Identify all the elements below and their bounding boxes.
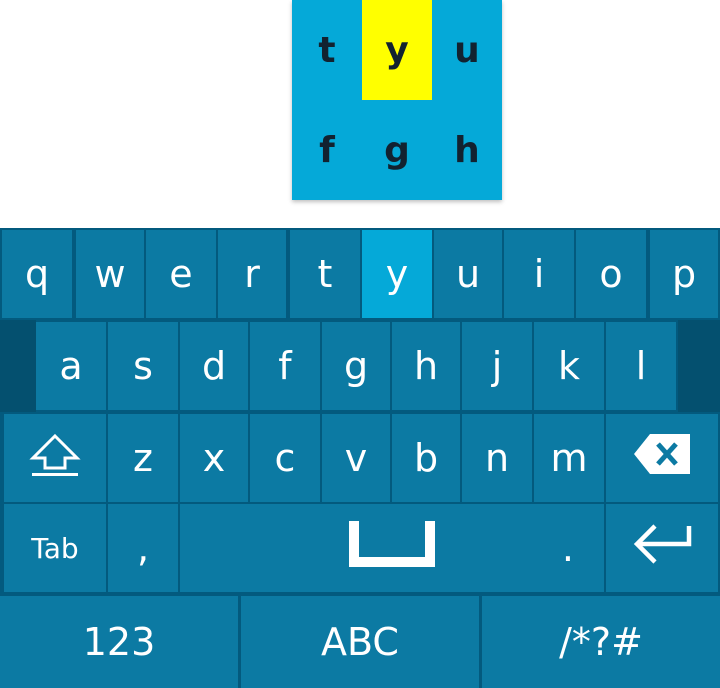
keyboard-screen: t y u f g h q w e r t y u i o p a s d f …	[0, 0, 720, 688]
popup-key-t[interactable]: t	[292, 0, 362, 100]
key-label: e	[169, 252, 193, 296]
key-label: ,	[136, 526, 150, 570]
key-h[interactable]: h	[392, 322, 460, 410]
key-label: h	[413, 344, 439, 388]
popup-key-u[interactable]: u	[432, 0, 502, 100]
shift-key[interactable]	[4, 414, 106, 502]
tab-key[interactable]: Tab	[4, 504, 106, 592]
key-label: u	[455, 252, 481, 296]
key-label: Tab	[31, 531, 79, 565]
key-u[interactable]: u	[434, 230, 502, 318]
key-x[interactable]: x	[180, 414, 248, 502]
popup-key-h[interactable]: h	[432, 100, 502, 200]
key-comma[interactable]: ,	[108, 504, 178, 592]
key-g[interactable]: g	[322, 322, 390, 410]
key-label: z	[133, 436, 153, 480]
key-f[interactable]: f	[250, 322, 320, 410]
key-i[interactable]: i	[504, 230, 574, 318]
popup-key-f[interactable]: f	[292, 100, 362, 200]
key-b[interactable]: b	[392, 414, 460, 502]
numbers-mode-key[interactable]: 123	[0, 596, 238, 688]
key-label: p	[671, 252, 697, 296]
key-o[interactable]: o	[576, 230, 646, 318]
key-label: a	[59, 344, 83, 388]
key-label: j	[491, 344, 503, 388]
key-label: k	[557, 344, 580, 388]
key-m[interactable]: m	[534, 414, 604, 502]
key-y[interactable]: y	[362, 230, 432, 318]
key-t[interactable]: t	[290, 230, 360, 318]
key-k[interactable]: k	[534, 322, 604, 410]
key-label: w	[94, 252, 126, 296]
enter-key[interactable]	[606, 504, 718, 592]
key-label: d	[201, 344, 227, 388]
key-label: o	[599, 252, 623, 296]
key-label: /*?#	[559, 620, 643, 664]
key-label: t	[317, 252, 333, 296]
key-label: c	[274, 436, 296, 480]
key-q[interactable]: q	[2, 230, 72, 318]
space-bar-icon	[347, 519, 437, 578]
key-label: ABC	[321, 620, 399, 664]
shift-icon	[29, 430, 81, 487]
key-label: n	[484, 436, 510, 480]
key-label: 123	[82, 620, 156, 664]
key-label: l	[635, 344, 647, 388]
space-key[interactable]: .	[180, 504, 604, 592]
key-a[interactable]: a	[36, 322, 106, 410]
key-label: m	[550, 436, 588, 480]
key-label: s	[133, 344, 153, 388]
key-label: r	[244, 252, 260, 296]
key-label: f	[278, 344, 292, 388]
key-z[interactable]: z	[108, 414, 178, 502]
key-p[interactable]: p	[650, 230, 718, 318]
key-w[interactable]: w	[76, 230, 144, 318]
key-c[interactable]: c	[250, 414, 320, 502]
key-e[interactable]: e	[146, 230, 216, 318]
row2-left-edge	[0, 320, 36, 412]
popup-key-y[interactable]: y	[362, 0, 432, 100]
symbols-mode-key[interactable]: /*?#	[482, 596, 720, 688]
key-n[interactable]: n	[462, 414, 532, 502]
key-label: i	[533, 252, 545, 296]
key-v[interactable]: v	[322, 414, 390, 502]
key-j[interactable]: j	[462, 322, 532, 410]
key-period-label[interactable]: .	[562, 526, 574, 570]
soft-keyboard: q w e r t y u i o p a s d f g h j k l z …	[0, 228, 720, 688]
key-label: g	[343, 344, 369, 388]
letters-mode-key[interactable]: ABC	[241, 596, 479, 688]
backspace-icon	[632, 432, 692, 485]
key-label: x	[202, 436, 226, 480]
backspace-key[interactable]	[606, 414, 718, 502]
key-r[interactable]: r	[218, 230, 286, 318]
popup-key-g[interactable]: g	[362, 100, 432, 200]
key-label: q	[24, 252, 50, 296]
key-label: b	[413, 436, 439, 480]
key-l[interactable]: l	[606, 322, 676, 410]
key-label: y	[385, 252, 409, 296]
key-label: v	[344, 436, 368, 480]
enter-icon	[631, 522, 693, 575]
key-d[interactable]: d	[180, 322, 248, 410]
key-s[interactable]: s	[108, 322, 178, 410]
key-preview-popup: t y u f g h	[292, 0, 502, 200]
row2-right-edge	[678, 320, 720, 412]
